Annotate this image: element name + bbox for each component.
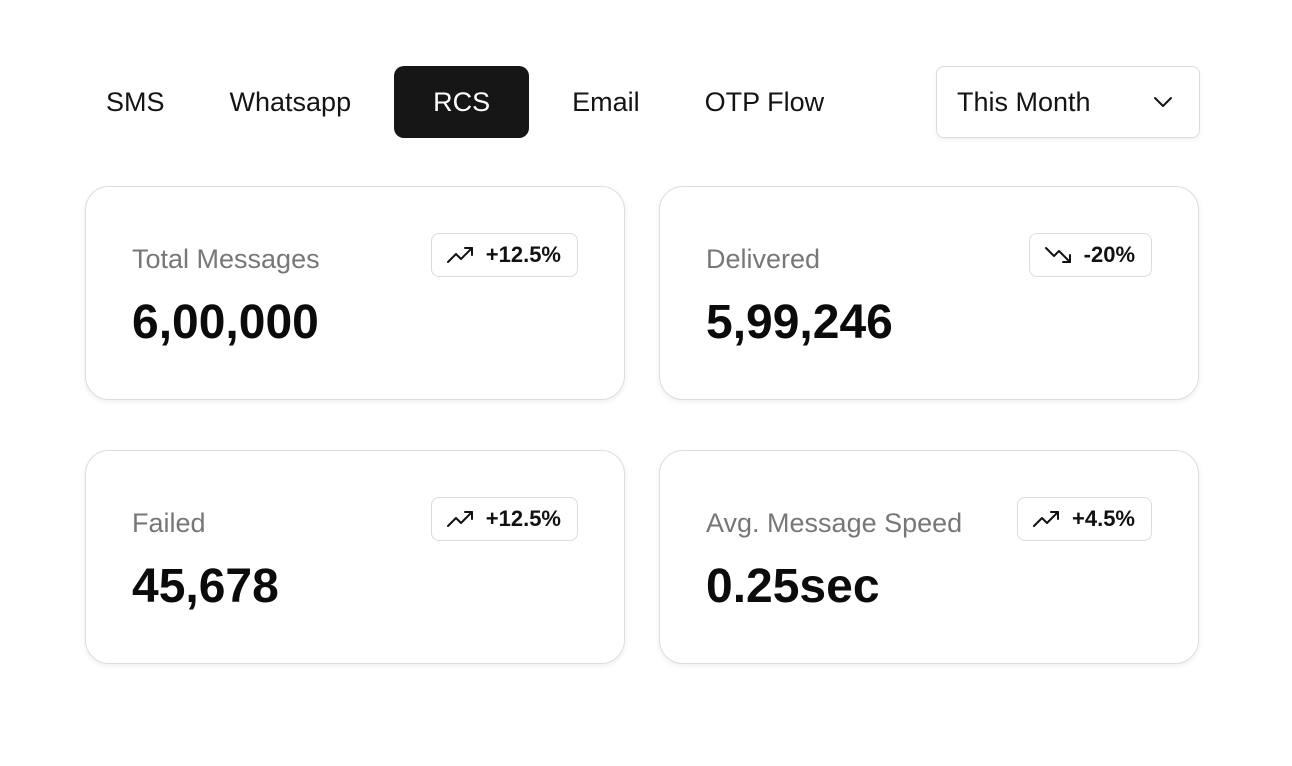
stat-card-delivered: Delivered 5,99,246 -20% bbox=[659, 186, 1199, 400]
change-value: +4.5% bbox=[1072, 506, 1135, 531]
tab-email[interactable]: Email bbox=[550, 66, 662, 138]
stat-card-total-messages: Total Messages 6,00,000 +12.5% bbox=[85, 186, 625, 400]
change-value: +12.5% bbox=[485, 506, 561, 531]
tab-whatsapp[interactable]: Whatsapp bbox=[208, 66, 374, 138]
stat-label: Avg. Message Speed bbox=[706, 508, 963, 538]
tab-otp-flow[interactable]: OTP Flow bbox=[683, 66, 847, 138]
stat-card-avg-message-speed: Avg. Message Speed 0.25sec +4.5% bbox=[659, 450, 1199, 664]
period-select-value: This Month bbox=[957, 86, 1091, 117]
tab-rcs[interactable]: RCS bbox=[394, 66, 530, 138]
change-value: -20% bbox=[1083, 242, 1135, 267]
change-badge: +4.5% bbox=[1017, 497, 1152, 541]
change-badge: +12.5% bbox=[430, 497, 578, 541]
change-badge: -20% bbox=[1028, 233, 1152, 277]
period-select[interactable]: This Month bbox=[936, 66, 1200, 138]
change-badge: +12.5% bbox=[430, 233, 578, 277]
change-value: +12.5% bbox=[485, 242, 561, 267]
trending-up-icon bbox=[446, 244, 476, 266]
stat-value: 6,00,000 bbox=[132, 296, 319, 349]
chevron-down-icon bbox=[1151, 90, 1175, 114]
stat-label: Delivered bbox=[706, 244, 821, 274]
stat-label: Total Messages bbox=[132, 244, 320, 274]
stat-card-failed: Failed 45,678 +12.5% bbox=[85, 450, 625, 664]
stat-value: 45,678 bbox=[132, 560, 279, 613]
trending-up-icon bbox=[446, 508, 476, 530]
stat-label: Failed bbox=[132, 508, 206, 538]
channel-tabs: SMS Whatsapp RCS Email OTP Flow bbox=[84, 66, 846, 138]
stat-value: 5,99,246 bbox=[706, 296, 893, 349]
tab-sms[interactable]: SMS bbox=[84, 66, 187, 138]
trending-up-icon bbox=[1032, 508, 1062, 530]
trending-down-icon bbox=[1044, 244, 1074, 266]
stat-value: 0.25sec bbox=[706, 560, 880, 613]
